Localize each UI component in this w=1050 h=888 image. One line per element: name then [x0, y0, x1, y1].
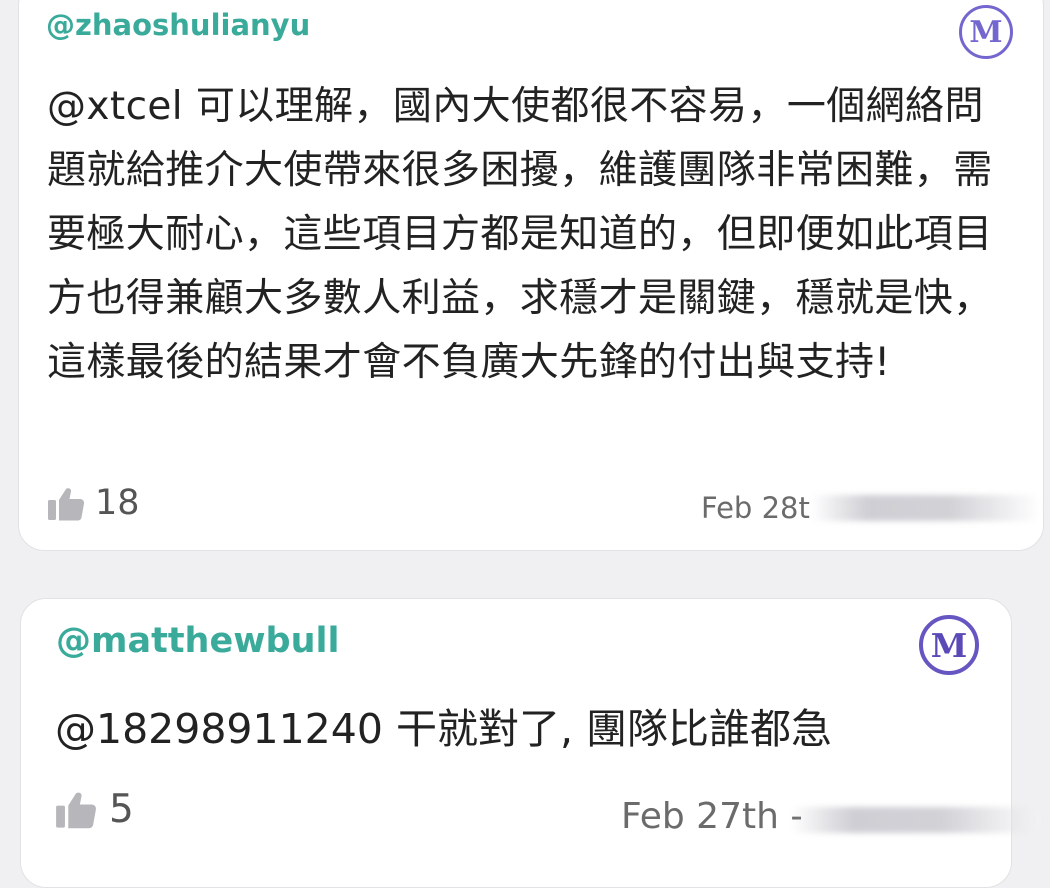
thumbs-up-icon: [55, 791, 97, 829]
like-button[interactable]: 5: [55, 790, 134, 829]
comment-author-link[interactable]: @zhaoshulianyu: [46, 8, 310, 42]
comment-card: @matthewbull M @18298911240 干就對了, 團隊比誰都急…: [20, 598, 1041, 888]
watermark-overlay: [791, 807, 1041, 833]
comment-timestamp: Feb 27th -: [621, 796, 801, 837]
comment-timestamp: Feb 28th: [701, 491, 811, 525]
thumbs-up-icon: [47, 487, 85, 521]
like-count: 18: [95, 483, 140, 523]
member-badge-icon: M: [919, 615, 979, 675]
comment-text: @xtcel 可以理解，國內大使都很不容易，一個網絡問題就給推介大使帶來很多困擾…: [47, 84, 993, 385]
member-badge-icon: M: [959, 5, 1013, 59]
like-button[interactable]: 18: [47, 486, 140, 521]
comment-text: @18298911240 干就對了, 團隊比誰都急: [55, 705, 833, 753]
watermark-overlay: [811, 495, 1041, 521]
like-count: 5: [109, 787, 134, 832]
comment-card: @zhaoshulianyu M @xtcel 可以理解，國內大使都很不容易，一…: [18, 0, 1044, 551]
comment-author-link[interactable]: @matthewbull: [56, 621, 340, 661]
